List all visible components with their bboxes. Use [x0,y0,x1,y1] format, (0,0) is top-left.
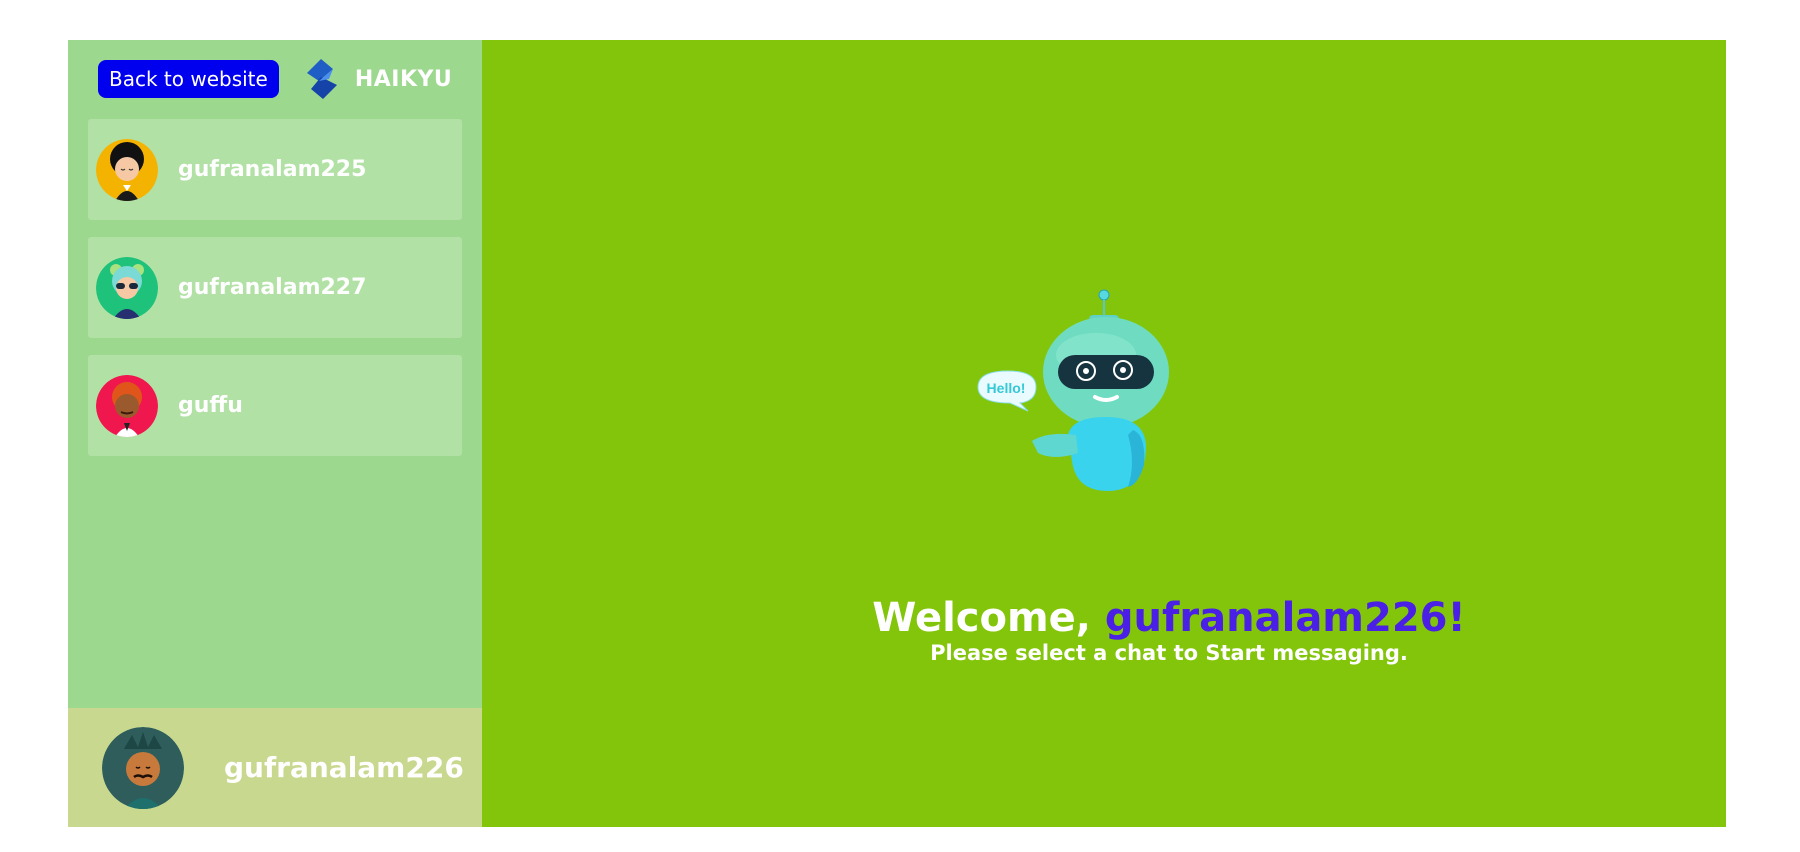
avatar-icon [96,256,158,319]
contact-item[interactable]: guffu [88,355,462,456]
sidebar-header: Back to website HAIKYU [98,59,453,99]
welcome-exclaim: ! [1447,595,1466,641]
current-user-name: gufranalam226 [224,751,464,784]
contact-list: gufranalam225 gufranalam227 guffu [88,119,462,473]
chat-main-area: Hello! Welcome, gufranalam226! Please se… [482,40,1726,827]
robot-illustration-icon: Hello! [977,289,1169,491]
contact-name: gufranalam225 [178,157,367,182]
welcome-subtitle: Please select a chat to Start messaging. [930,641,1408,665]
robot-bubble-text: Hello! [987,380,1026,396]
avatar-icon [102,726,184,809]
contact-name: gufranalam227 [178,275,367,300]
sidebar: Back to website HAIKYU gufranalam225 guf… [68,40,482,827]
avatar-icon [96,374,158,437]
chat-app: Back to website HAIKYU gufranalam225 guf… [68,40,1726,827]
welcome-username: gufranalam226 [1104,595,1448,641]
contact-name: guffu [178,393,243,418]
contact-item[interactable]: gufranalam227 [88,237,462,338]
welcome-greeting: Welcome, [872,595,1105,641]
avatar-icon [96,138,158,201]
welcome-heading: Welcome, gufranalam226! [482,595,1726,641]
back-to-website-button[interactable]: Back to website [98,60,279,98]
current-user-panel: gufranalam226 [68,708,482,827]
brand-name: HAIKYU [354,66,453,92]
haikyu-logo-icon [306,59,337,99]
contact-item[interactable]: gufranalam225 [88,119,462,220]
